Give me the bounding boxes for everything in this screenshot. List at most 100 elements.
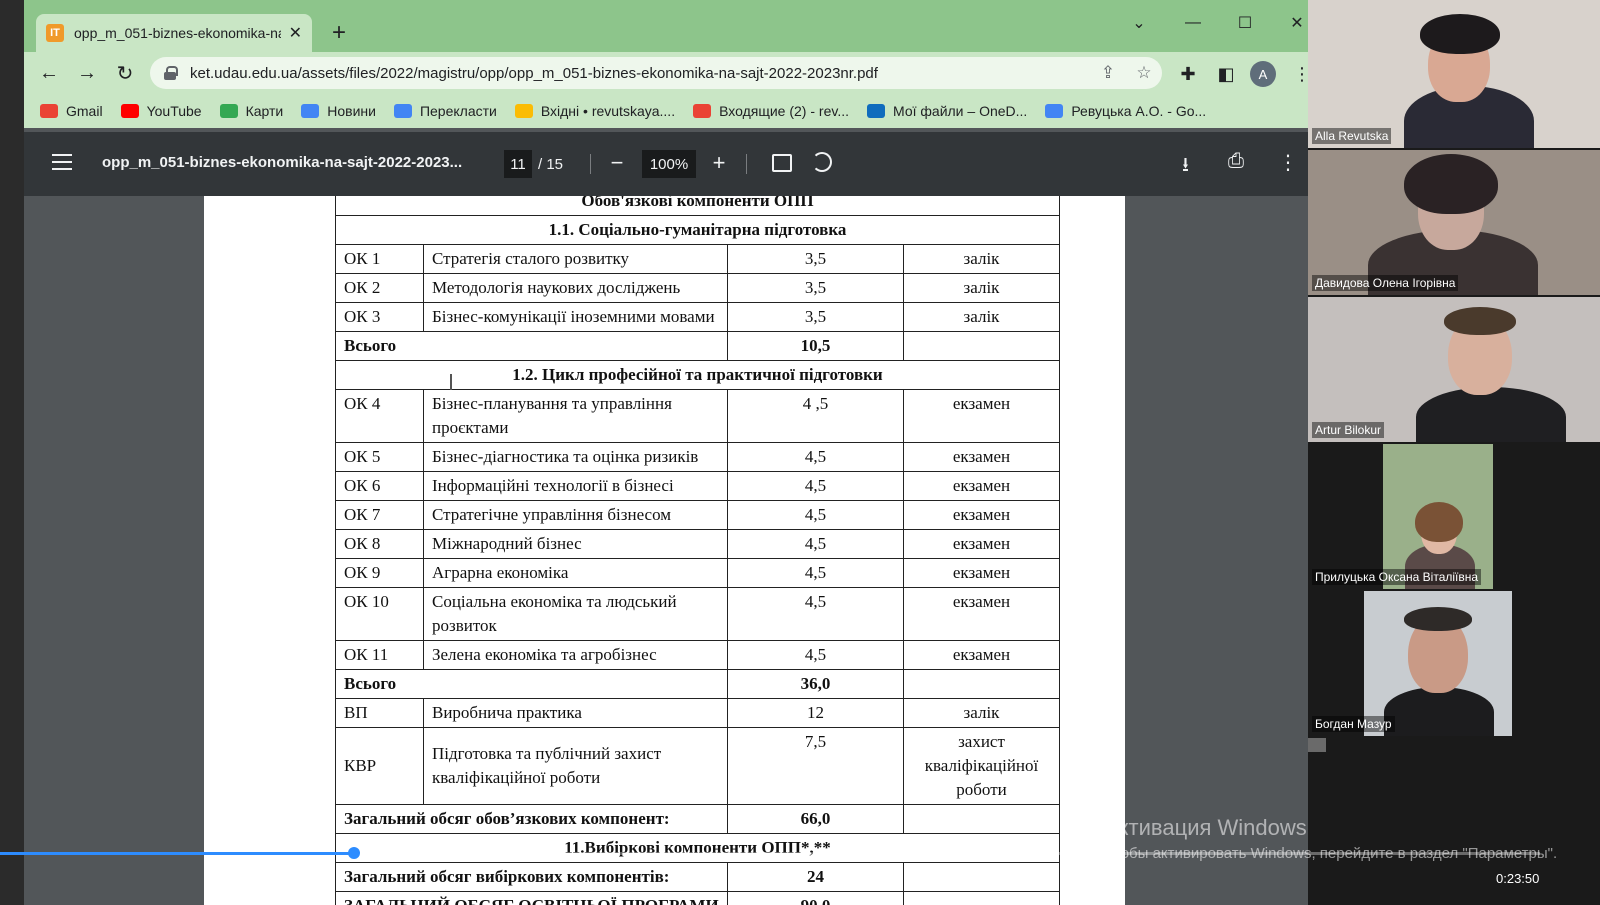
participant-tile[interactable]: Alla Revutska (1308, 0, 1600, 148)
tab-search-icon[interactable]: ⌄ (1124, 8, 1154, 38)
back-button[interactable]: ← (34, 58, 64, 88)
bookmark-item[interactable]: Вхідні • revutskaya.... (514, 103, 676, 119)
rotate-icon[interactable] (812, 152, 832, 172)
table-header-row: Обов'язкові компоненти ОПП (335, 196, 1060, 216)
course-assessment: захист кваліфікаційної роботи (903, 727, 1060, 805)
playback-progress-bar[interactable] (0, 847, 1540, 859)
bookmark-label: Gmail (66, 103, 103, 119)
bookmark-label: Вхідні • revutskaya.... (540, 103, 676, 119)
total-value: 36,0 (727, 669, 904, 699)
course-name: Інформаційні технології в бізнесі (423, 471, 728, 501)
bookmark-item[interactable]: Ревуцька А.О. - Go... (1045, 103, 1206, 119)
course-name: Зелена економіка та агробізнес (423, 640, 728, 670)
bookmark-label: Перекласти (419, 103, 497, 119)
participant-tile[interactable]: Artur Bilokur (1308, 297, 1600, 442)
bookmark-item[interactable]: Перекласти (393, 103, 497, 119)
course-name: Аграрна економіка (423, 558, 728, 588)
table-row: ОК 1 Стратегія сталого розвитку 3,5 залік (335, 244, 1060, 274)
course-assessment: екзамен (903, 558, 1060, 588)
lock-icon[interactable] (164, 66, 178, 80)
bookmark-item[interactable]: Мої файли – OneD... (867, 103, 1027, 119)
reload-button[interactable]: ↻ (110, 58, 140, 88)
section-title: 11.Вибіркові компоненти ОПП*,** (335, 833, 1060, 863)
course-code: ОК 5 (335, 442, 424, 472)
address-bar[interactable]: ket.udau.edu.ua/assets/files/2022/magist… (150, 57, 1162, 89)
zoom-out-button[interactable]: − (606, 150, 628, 176)
bookmark-label: Ревуцька А.О. - Go... (1071, 103, 1207, 119)
bookmark-label: Карти (245, 103, 284, 119)
bookmark-item[interactable]: Новини (301, 103, 376, 119)
course-credits: 4 ,5 (727, 389, 904, 443)
participant-tile[interactable]: Прилуцька Оксана Віталіївна (1308, 444, 1600, 589)
course-assessment: залік (903, 244, 1060, 274)
forward-button[interactable]: → (72, 58, 102, 88)
print-icon[interactable]: ⎙ (1228, 150, 1244, 173)
bookmark-favicon-icon (867, 104, 885, 118)
course-credits: 4,5 (727, 558, 904, 588)
activation-title: Активация Windows (1104, 815, 1307, 840)
zoom-in-button[interactable]: + (708, 150, 730, 176)
bookmark-favicon-icon (514, 104, 533, 118)
bookmark-star-icon[interactable]: ☆ (1126, 63, 1162, 83)
gallery-scroll-thumb[interactable] (1308, 738, 1326, 752)
new-tab-button[interactable]: + (324, 18, 354, 48)
course-credits: 4,5 (727, 500, 904, 530)
share-icon[interactable]: ⇪ (1090, 63, 1126, 83)
bookmark-favicon-icon (40, 104, 58, 118)
tab-close-icon[interactable]: ✕ (289, 23, 302, 43)
total-row: Всього 10,5 (335, 331, 1060, 361)
browser-toolbar: ← → ↻ ket.udau.edu.ua/assets/files/2022/… (24, 52, 1334, 94)
bookmark-item[interactable]: Входящие (2) - rev... (693, 103, 849, 119)
menu-icon[interactable] (52, 154, 72, 170)
table-row: ОК 2 Методологія наукових досліджень 3,5 за… (335, 273, 1060, 303)
section-row: 11.Вибіркові компоненти ОПП*,** (335, 833, 1060, 863)
course-name: Стратегічне управління бізнесом (423, 500, 728, 530)
minimize-button[interactable]: — (1178, 8, 1208, 38)
bookmark-favicon-icon (301, 104, 320, 118)
bookmark-item[interactable]: Карти (219, 103, 284, 119)
curriculum-table: Обов'язкові компоненти ОПП 1.1. Соціально… (335, 196, 1060, 905)
page-number-input[interactable]: 11 (504, 150, 532, 178)
total-row: ЗАГАЛЬНИЙ ОБСЯГ ОСВІТНЬОЇ ПРОГРАМИ90,0 (335, 891, 1060, 905)
course-name: Бізнес-діагностика та оцінка ризиків (423, 442, 728, 472)
empty-cell (903, 669, 1060, 699)
table-header: Обов'язкові компоненти ОПП (335, 196, 1060, 216)
empty-cell (903, 862, 1060, 892)
side-panel-icon[interactable]: ◧ (1212, 60, 1240, 88)
bookmark-favicon-icon (219, 104, 238, 118)
bookmark-favicon-icon (393, 104, 412, 118)
course-code: КВР (335, 727, 424, 805)
extensions-icon[interactable]: ✚ (1174, 60, 1202, 88)
course-credits: 4,5 (727, 529, 904, 559)
course-name: Міжнародний бізнес (423, 529, 728, 559)
course-code: ОК 1 (335, 244, 424, 274)
fit-to-page-icon[interactable] (772, 154, 792, 172)
course-credits: 4,5 (727, 442, 904, 472)
zoom-level-input[interactable]: 100% (642, 150, 696, 178)
pdf-page: Обов'язкові компоненти ОПП 1.1. Соціально… (204, 196, 1125, 905)
maximize-button[interactable]: ☐ (1230, 8, 1260, 38)
mandatory-total-value: 66,0 (727, 804, 904, 834)
url-text[interactable]: ket.udau.edu.ua/assets/files/2022/magist… (190, 65, 1090, 82)
table-row: КВР Підготовка та публічний захист кваліф… (335, 727, 1060, 805)
table-row: ОК 3 Бізнес-комунікації іноземними мовами… (335, 302, 1060, 332)
more-actions-icon[interactable]: ⋮ (1278, 150, 1298, 175)
bookmark-item[interactable]: Gmail (40, 103, 103, 119)
section-row: 1.1. Соціально-гуманітарна підготовка (335, 215, 1060, 245)
tab-title: opp_m_051-biznes-ekonomika-na (74, 25, 281, 41)
profile-avatar[interactable]: A (1250, 61, 1276, 87)
left-strip (0, 0, 24, 905)
active-tab[interactable]: IT opp_m_051-biznes-ekonomika-na ✕ (36, 14, 312, 52)
course-assessment: екзамен (903, 442, 1060, 472)
playback-timestamp: 0:23:50 (1496, 871, 1540, 886)
download-icon[interactable]: ⭳ (1182, 150, 1189, 184)
empty-cell (903, 331, 1060, 361)
bookmark-item[interactable]: YouTube (120, 103, 202, 119)
course-code: ОК 3 (335, 302, 424, 332)
course-credits: 4,5 (727, 587, 904, 641)
page-total: / 15 (538, 156, 564, 173)
participant-tile[interactable]: Давидова Олена Ігорівна (1308, 150, 1600, 295)
participant-name: Прилуцька Оксана Віталіївна (1312, 569, 1482, 585)
participant-tile[interactable]: Богдан Мазур (1308, 591, 1600, 736)
bookmark-label: Новини (327, 103, 376, 119)
